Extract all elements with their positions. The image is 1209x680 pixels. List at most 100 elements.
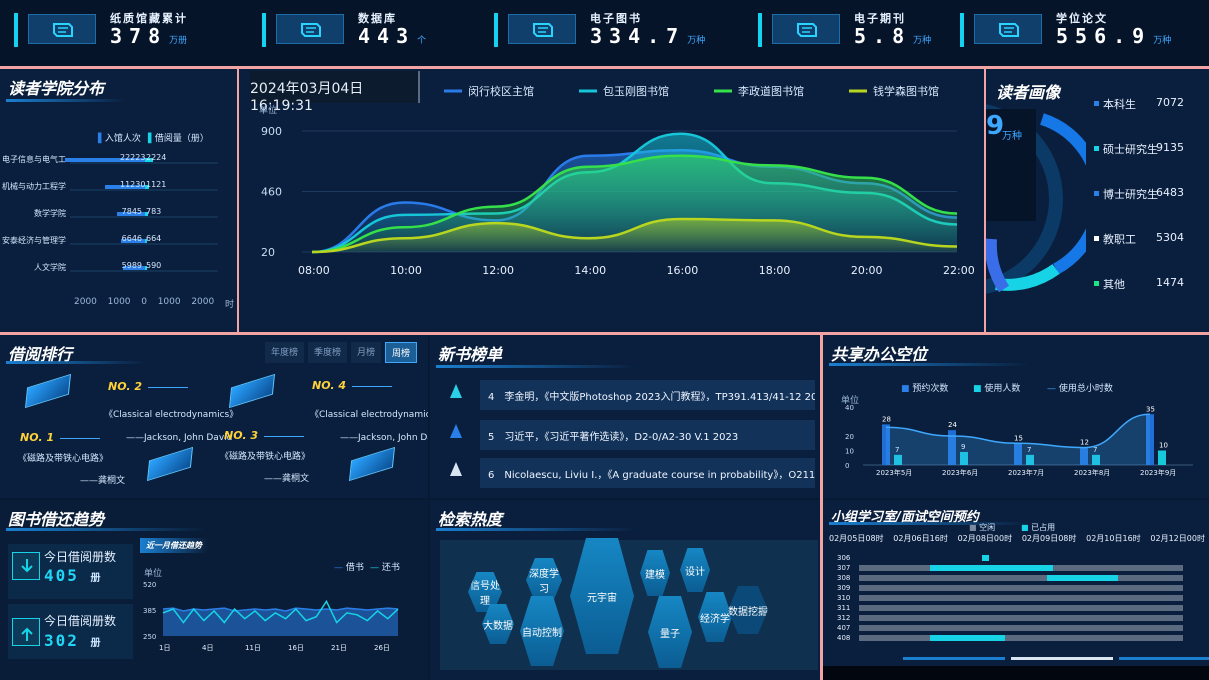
- scrollbar-thumb[interactable]: [903, 657, 1005, 660]
- y-tick-label: 900: [261, 125, 282, 138]
- room-occupied-bar[interactable]: [1046, 575, 1119, 581]
- new-book-row[interactable]: 6 Nicolaescu, Liviu I.，《A graduate cours…: [480, 458, 815, 488]
- x-tick-label: 12:00: [482, 264, 514, 277]
- rank-no: NO. 2: [108, 380, 142, 393]
- x-tick-label: 4日: [202, 644, 213, 652]
- room-free-bar[interactable]: [859, 575, 1183, 581]
- panel-title: 新书榜单: [438, 345, 503, 364]
- y-tick-label: 520: [143, 581, 156, 589]
- footer-strip: [823, 666, 1209, 680]
- time-label: 02月06日16时: [893, 534, 948, 543]
- room-label: 311: [837, 604, 851, 612]
- space-chart: 40201002872023年5月2492023年6月1572023年7月127…: [845, 404, 1193, 477]
- rank-book-title[interactable]: 《Classical electrodynamics》: [104, 407, 238, 420]
- room-label: 307: [837, 564, 851, 572]
- x-tick-label: 2023年5月: [876, 468, 912, 477]
- x-tick-label: 22:00: [943, 264, 975, 277]
- room-occupied-bar[interactable]: [930, 565, 1054, 571]
- stat-value: 378 万册: [110, 24, 188, 48]
- reader-type: 本科生: [1103, 98, 1136, 111]
- room-free-bar[interactable]: [859, 605, 1183, 611]
- rank-no: NO. 3: [224, 429, 258, 442]
- legend-free: ■ 空闲: [969, 523, 996, 532]
- room-free-bar[interactable]: [859, 615, 1183, 621]
- bullet-icon: [1094, 281, 1099, 286]
- stat-paper: 纸质馆藏累计 378 万册: [14, 10, 244, 50]
- reader-count: 1474: [1156, 276, 1184, 289]
- book-cover: [146, 446, 194, 482]
- y-tick-label: 20: [261, 246, 275, 259]
- stat-thesis: 学位论文 556.9 万种: [960, 10, 1200, 50]
- stat-ejournal: 电子期刊 5.8 万种: [758, 10, 948, 50]
- room-free-bar[interactable]: [859, 555, 1183, 561]
- college-name: 人文学院: [34, 263, 66, 272]
- tab-year[interactable]: 年度榜: [265, 342, 305, 363]
- stat-accent-bar: [494, 13, 498, 47]
- x-tick-label: 20:00: [851, 264, 883, 277]
- stats-bar: 纸质馆藏累计 378 万册 数据库 443 个 电子图书 334.7 万种 电子期刊 …: [0, 0, 1209, 66]
- room-free-bar[interactable]: [859, 625, 1183, 631]
- reader-count: 9135: [1156, 141, 1184, 154]
- rank-no: NO. 1: [20, 431, 54, 444]
- visits-value: 22223: [120, 153, 146, 162]
- legend-label: 钱学森图书馆: [873, 84, 939, 98]
- reader-type: 博士研究生: [1103, 188, 1158, 201]
- rank-book-title[interactable]: 《Classical electrodynamics》: [310, 407, 428, 420]
- legend-label: 包玉刚图书馆: [603, 84, 669, 98]
- y-tick-label: 385: [143, 607, 156, 615]
- scrollbar-thumb[interactable]: [1119, 657, 1209, 660]
- rank-book-title[interactable]: 《磁路及带铁心电路》: [220, 449, 310, 462]
- x-tick-label: 16日: [288, 644, 304, 652]
- new-book-row[interactable]: 4 李金明，《中文版Photoshop 2023入门教程》，TP391.413/…: [480, 380, 815, 410]
- y-tick-label: 0: [845, 462, 849, 470]
- stat-accent-bar: [758, 13, 762, 47]
- bar-value: 10: [1159, 442, 1168, 450]
- room-occupied-bar[interactable]: [930, 635, 1005, 641]
- y-tick-label: 40: [845, 404, 854, 412]
- borrow-value: 664: [146, 234, 162, 243]
- rank-tabs: 年度榜 季度榜 月榜 周榜: [265, 342, 418, 363]
- y-tick-label: 250: [143, 633, 156, 641]
- time-label: 02月10日16时: [1086, 534, 1141, 543]
- scrollbar-thumb[interactable]: [1011, 657, 1113, 660]
- visits-value: 7845: [121, 207, 142, 216]
- book-icon: [508, 14, 576, 44]
- rank-author: ——Jackson, John David: [340, 433, 428, 443]
- reader-type: 硕士研究生: [1103, 143, 1158, 156]
- row-track: [70, 216, 218, 218]
- x-tick-label: 26日: [374, 644, 390, 652]
- borrow-value: 590: [146, 261, 162, 270]
- rank-book-title[interactable]: 《磁路及带铁心电路》: [18, 451, 108, 464]
- time-label: 02月12日00时: [1150, 534, 1205, 543]
- series-area: [163, 608, 398, 636]
- title-underline: [436, 528, 636, 531]
- stat-database: 数据库 443 个: [262, 10, 482, 50]
- x-tick-label: 2023年8月: [1074, 468, 1110, 477]
- x-tick-label: 2023年9月: [1140, 468, 1176, 477]
- y-tick-label: 460: [261, 186, 282, 199]
- room-label: 306: [837, 554, 851, 562]
- tab-week[interactable]: 周榜: [385, 342, 418, 363]
- new-book-row[interactable]: 5 习近平，《习近平著作选读》，D2-0/A2-30 V.1 2023: [480, 420, 815, 450]
- x-tick-label: 18:00: [759, 264, 791, 277]
- donut-center: 9 万种: [986, 109, 1036, 221]
- visits-value: 5989: [121, 261, 142, 270]
- borrow-rank-panel: 借阅排行 年度榜 季度榜 月榜 周榜 NO. 2 《Classical elec…: [0, 335, 428, 498]
- room-free-bar[interactable]: [859, 595, 1183, 601]
- stat-value: 443 个: [358, 24, 427, 48]
- visits-value: 11230: [120, 180, 146, 189]
- room-free-bar[interactable]: [859, 585, 1183, 591]
- reader-portrait-panel: 读者画像 9 万种 本科生 7072 硕士研究生 9135 博士研究生 6483 教职工 53…: [986, 69, 1209, 332]
- tab-quarter[interactable]: 季度榜: [308, 342, 348, 363]
- study-room-panel: 小组学习室/面试空间预约 ■ 空闲 ■ 已占用 02月05日08时 02月06日1…: [823, 500, 1209, 680]
- borrow-value: 783: [146, 207, 162, 216]
- stat-value: 556.9 万种: [1056, 24, 1172, 48]
- row-track: [70, 270, 218, 272]
- legend-label: 李政道图书馆: [738, 84, 804, 98]
- room-free-bar[interactable]: [859, 635, 1183, 641]
- x-tick-label: 21日: [331, 644, 347, 652]
- room-occupied-bar[interactable]: [982, 555, 989, 561]
- reader-distribution-panel: 读者学院分布 ▌入馆人次 ▌借阅量（册） 电子信息与电气工程学院 22223222…: [0, 69, 237, 332]
- tab-month[interactable]: 月榜: [351, 342, 382, 363]
- time-label: 02月09日08时: [1021, 534, 1077, 543]
